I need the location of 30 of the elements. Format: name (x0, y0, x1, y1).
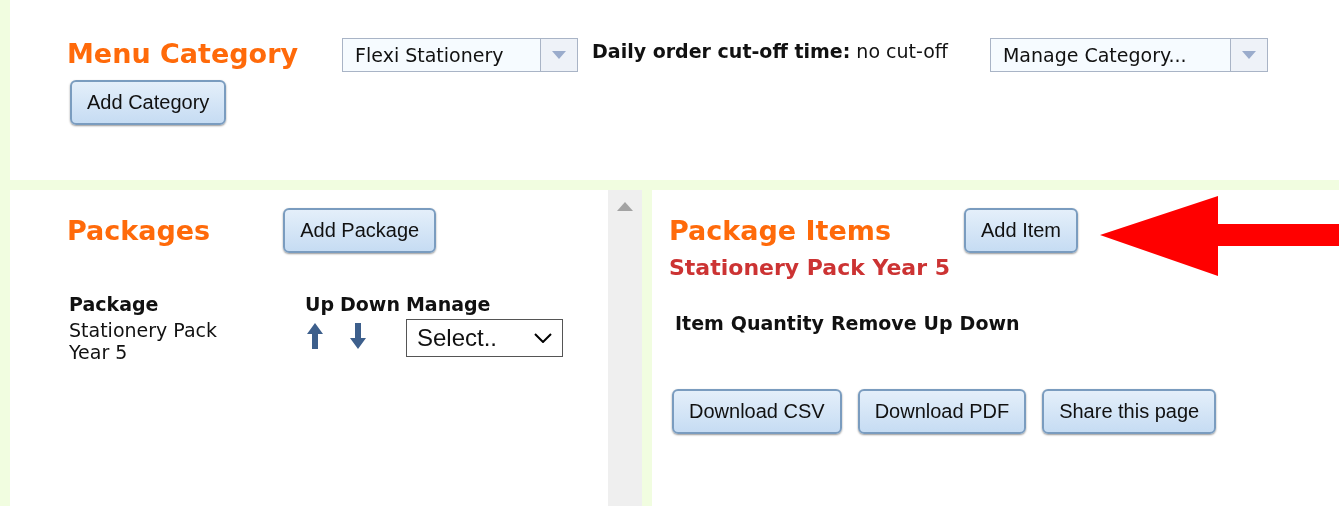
column-header: Down (340, 293, 401, 315)
category-dropdown[interactable]: Flexi Stationery (342, 38, 579, 72)
package-subtitle: Stationery Pack Year 5 (669, 255, 951, 280)
add-item-button[interactable]: Add Item (964, 208, 1079, 253)
section-title: Package Items (669, 215, 891, 246)
manage-category-dropdown[interactable]: Manage Category... (989, 38, 1268, 72)
section-title: Menu Category (67, 38, 299, 69)
column-header: Item (675, 312, 731, 334)
column-header: Manage (405, 293, 492, 315)
action-button[interactable]: Download CSV (672, 389, 842, 434)
column-header: Package (69, 293, 160, 315)
arrow-icon (1100, 196, 1339, 276)
action-button[interactable]: Share this page (1042, 389, 1217, 434)
manage-select[interactable]: Select.. (405, 319, 563, 357)
down-arrow-icon[interactable] (348, 321, 369, 351)
cutoff-time-text: Daily order cut-off time: no cut-off (592, 40, 948, 62)
up-arrow-icon[interactable] (305, 321, 325, 351)
column-header: Up (923, 312, 954, 334)
column-header: Up (305, 293, 336, 315)
action-button[interactable]: Download PDF (857, 389, 1027, 434)
dropdown-arrow-icon (1241, 51, 1256, 59)
column-header: Down (959, 312, 1021, 334)
dropdown-arrow-icon (552, 51, 567, 59)
chevron-down-icon (533, 333, 552, 343)
column-header: Quantity (730, 312, 825, 334)
add-category-button[interactable]: Add Category (70, 80, 227, 125)
section-title: Packages (67, 215, 211, 246)
package-name: Stationery Pack Year 5 (69, 319, 219, 363)
add-package-button[interactable]: Add Package (283, 208, 437, 253)
column-header: Remove (830, 312, 918, 334)
